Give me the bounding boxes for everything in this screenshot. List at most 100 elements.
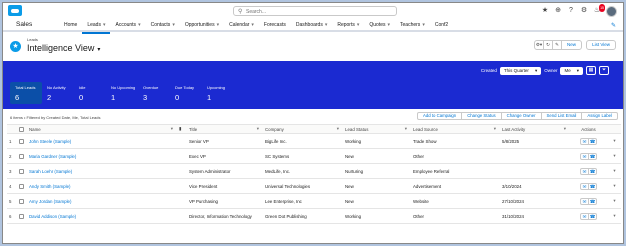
row-checkbox[interactable] [19, 183, 24, 189]
row-menu-chevron-down-icon[interactable]: ▾ [605, 209, 621, 223]
last-activity-cell [499, 149, 569, 163]
nav-item-label: Accounts [115, 22, 137, 28]
global-add-icon[interactable]: ⊕ [554, 7, 562, 15]
user-avatar[interactable] [606, 5, 617, 17]
column-header-lead-status[interactable]: Lead Status ▾ [342, 125, 410, 133]
nav-item-teachers[interactable]: Teachers ▾ [395, 19, 430, 32]
nav-item-forecasts[interactable]: Forecasts [259, 19, 291, 32]
row-menu-chevron-down-icon[interactable]: ▾ [605, 134, 621, 148]
row-checkbox[interactable] [19, 168, 24, 174]
nav-item-quotes[interactable]: Quotes ▾ [364, 19, 395, 32]
chevron-down-icon[interactable]: ▾ [564, 126, 566, 132]
lead-status-cell: Working [345, 213, 362, 219]
list-view-title[interactable]: Intelligence View ▾ [27, 43, 100, 53]
notifications-bell-icon[interactable]: ♨ 15 [593, 4, 605, 15]
phone-icon[interactable]: ☎ [588, 167, 597, 175]
select-all-checkbox-cell [16, 125, 26, 133]
metric-tile-total-leads[interactable]: Total Leads 6 [10, 82, 42, 104]
row-number: 2 [9, 153, 12, 159]
global-search-input[interactable]: ⚲ Search... [233, 6, 397, 16]
lead-name-link[interactable]: John Steele (Sample) [29, 139, 71, 144]
metric-tile-due-today[interactable]: Due Today 0 [170, 82, 202, 104]
row-checkbox[interactable] [19, 153, 24, 159]
row-checkbox[interactable] [19, 198, 24, 204]
chevron-down-icon[interactable]: ▾ [422, 19, 425, 32]
metric-tile-idle[interactable]: Idle 0 [74, 82, 106, 104]
chevron-down-icon[interactable]: ▾ [337, 126, 339, 132]
notification-count-badge: 15 [599, 4, 605, 12]
chevron-down-icon[interactable]: ▾ [251, 19, 254, 32]
lead-name-link[interactable]: Sarah Loehr (Sample) [29, 169, 72, 174]
actions-cell: ✉ ☎ [569, 134, 605, 148]
metric-label: Idle [79, 85, 86, 90]
chevron-down-icon[interactable]: ▾ [494, 126, 496, 132]
chevron-down-icon[interactable]: ▾ [171, 126, 173, 132]
nav-item-contacts[interactable]: Contacts ▾ [146, 19, 180, 32]
metric-tile-overdue[interactable]: Overdue 3 [138, 82, 170, 104]
nav-item-reports[interactable]: Reports ▾ [332, 19, 364, 32]
chevron-down-icon[interactable]: ▾ [325, 19, 328, 32]
nav-item-accounts[interactable]: Accounts ▾ [110, 19, 145, 32]
row-checkbox[interactable] [19, 138, 24, 144]
metric-tile-upcoming[interactable]: Upcoming 1 [202, 82, 234, 104]
chevron-down-icon[interactable]: ▾ [405, 126, 407, 132]
lead-name-link[interactable]: Andy Smith (Sample) [29, 184, 70, 189]
created-filter-select[interactable]: This Quarter ▾ [499, 66, 542, 75]
column-header-title[interactable]: Title ▾ [186, 125, 262, 133]
name-cell: Andy Smith (Sample) [26, 179, 176, 193]
metric-tile-no-upcoming[interactable]: No Upcoming 1 [106, 82, 138, 104]
owner-filter-select[interactable]: Me ▾ [560, 66, 583, 75]
chevron-down-icon[interactable]: ▾ [357, 19, 360, 32]
table-view-icon[interactable]: ▦ [586, 66, 596, 75]
favorites-star-icon[interactable]: ★ [541, 7, 549, 15]
row-menu-chevron-down-icon[interactable]: ▾ [605, 149, 621, 163]
column-header-name[interactable]: Name ▾ [26, 125, 176, 133]
phone-icon[interactable]: ☎ [588, 152, 597, 160]
setup-gear-icon[interactable]: ⚙ [580, 7, 588, 15]
change-status-button[interactable]: Change Status [461, 112, 502, 120]
help-icon[interactable]: ? [567, 7, 575, 15]
phone-icon[interactable]: ☎ [588, 137, 597, 145]
row-checkbox[interactable] [19, 213, 24, 219]
column-header-lead-source[interactable]: Lead Source ▾ [410, 125, 499, 133]
nav-item-leads[interactable]: Leads ▾ [82, 19, 111, 34]
row-menu-chevron-down-icon[interactable]: ▾ [605, 179, 621, 193]
change-owner-button[interactable]: Change Owner [500, 112, 542, 120]
chevron-down-icon[interactable]: ▾ [388, 19, 391, 32]
filter-funnel-icon[interactable]: ⏷ [599, 66, 609, 75]
phone-icon[interactable]: ☎ [588, 197, 597, 205]
metric-tile-no-activity[interactable]: No Activity 2 [42, 82, 74, 104]
flag-cell [176, 164, 186, 178]
salesforce-logo[interactable] [8, 5, 22, 16]
lead-name-link[interactable]: Maria Gardner (Sample) [29, 154, 76, 159]
phone-icon[interactable]: ☎ [588, 182, 597, 190]
created-filter-value: This Quarter [503, 67, 529, 73]
column-header-company[interactable]: Company ▾ [262, 125, 342, 133]
edit-nav-pencil-icon[interactable]: ✎ [611, 22, 616, 29]
lead-name-link[interactable]: David Addison (Sample) [29, 214, 76, 219]
nav-item-opportunities[interactable]: Opportunities ▾ [180, 19, 224, 32]
chevron-down-icon[interactable]: ▾ [172, 19, 175, 32]
row-menu-chevron-down-icon[interactable]: ▾ [605, 164, 621, 178]
chevron-down-icon[interactable]: ▾ [257, 126, 259, 132]
select-all-checkbox[interactable] [19, 126, 24, 132]
send-list-email-button[interactable]: Send List Email [540, 112, 583, 120]
lead-name-link[interactable]: Amy Jordan (Sample) [29, 199, 71, 204]
company-cell: Green Dot Publishing [265, 213, 307, 219]
nav-item-home[interactable]: Home [59, 19, 82, 32]
nav-item-conf2[interactable]: Conf2 [430, 19, 453, 32]
nav-item-calendar[interactable]: Calendar ▾ [224, 19, 259, 32]
list-view-button[interactable]: List View [586, 40, 616, 50]
owner-filter-value: Me [564, 67, 571, 73]
row-menu-chevron-down-icon[interactable]: ▾ [605, 194, 621, 208]
add-to-campaign-button[interactable]: Add to Campaign [416, 112, 463, 120]
assign-label-button[interactable]: Assign Label [581, 112, 618, 120]
chevron-down-icon[interactable]: ▾ [103, 19, 106, 32]
nav-item-dashboards[interactable]: Dashboards ▾ [291, 19, 332, 32]
chevron-down-icon[interactable]: ▾ [217, 19, 220, 32]
phone-icon[interactable]: ☎ [588, 212, 597, 220]
chevron-down-icon[interactable]: ▾ [138, 19, 141, 32]
new-button[interactable]: New [561, 40, 583, 50]
flag-cell [176, 179, 186, 193]
column-header-last-activity[interactable]: Last Activity ▾ [499, 125, 569, 133]
